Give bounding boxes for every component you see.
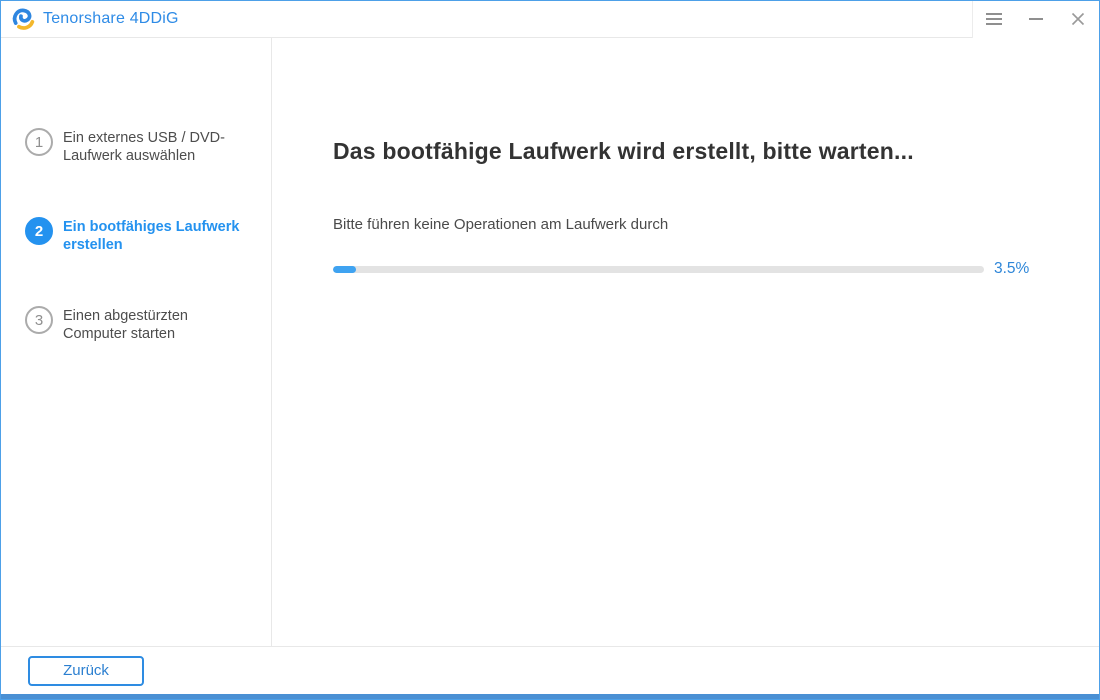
step-3-number-badge: 3 (25, 306, 53, 334)
step-2-label: Ein bootfähiges Laufwerk erstellen (63, 217, 253, 254)
wizard-sidebar: 1 Ein externes USB / DVD- Laufwerk auswä… (1, 38, 272, 646)
step-3-label: Einen abgestürzten Computer starten (63, 306, 253, 343)
footer-bar: Zurück (1, 646, 1099, 694)
hamburger-menu-icon (986, 13, 1002, 25)
progress-percent-label: 3.5% (994, 260, 1030, 278)
back-button[interactable]: Zurück (28, 656, 144, 686)
title-bar: Tenorshare 4DDiG (1, 1, 1099, 38)
minimize-icon (1029, 18, 1043, 20)
sidebar-step-3: 3 Einen abgestürzten Computer starten (25, 306, 271, 343)
menu-button[interactable] (973, 1, 1015, 38)
minimize-button[interactable] (1015, 1, 1057, 38)
sidebar-step-2-active: 2 Ein bootfähiges Laufwerk erstellen (25, 217, 271, 254)
tenorshare-logo-icon (10, 6, 36, 32)
progress-bar (333, 266, 984, 273)
app-window: Tenorshare 4DDiG 1 Ein externes USB / DV… (0, 0, 1100, 700)
step-2-number-badge: 2 (25, 217, 53, 245)
main-content: Das bootfähige Laufwerk wird erstellt, b… (272, 38, 1099, 646)
app-title: Tenorshare 4DDiG (43, 10, 179, 28)
progress-fill (333, 266, 356, 273)
sidebar-step-1: 1 Ein externes USB / DVD- Laufwerk auswä… (25, 128, 271, 165)
page-title: Das bootfähige Laufwerk wird erstellt, b… (333, 138, 1030, 165)
progress-row: 3.5% (333, 260, 1030, 278)
warning-note: Bitte führen keine Operationen am Laufwe… (333, 216, 1030, 233)
close-button[interactable] (1057, 1, 1099, 38)
window-body: 1 Ein externes USB / DVD- Laufwerk auswä… (1, 38, 1099, 646)
step-1-label: Ein externes USB / DVD- Laufwerk auswähl… (63, 128, 253, 165)
step-1-number-badge: 1 (25, 128, 53, 156)
close-icon (1071, 12, 1085, 26)
bottom-accent-strip (1, 694, 1099, 699)
